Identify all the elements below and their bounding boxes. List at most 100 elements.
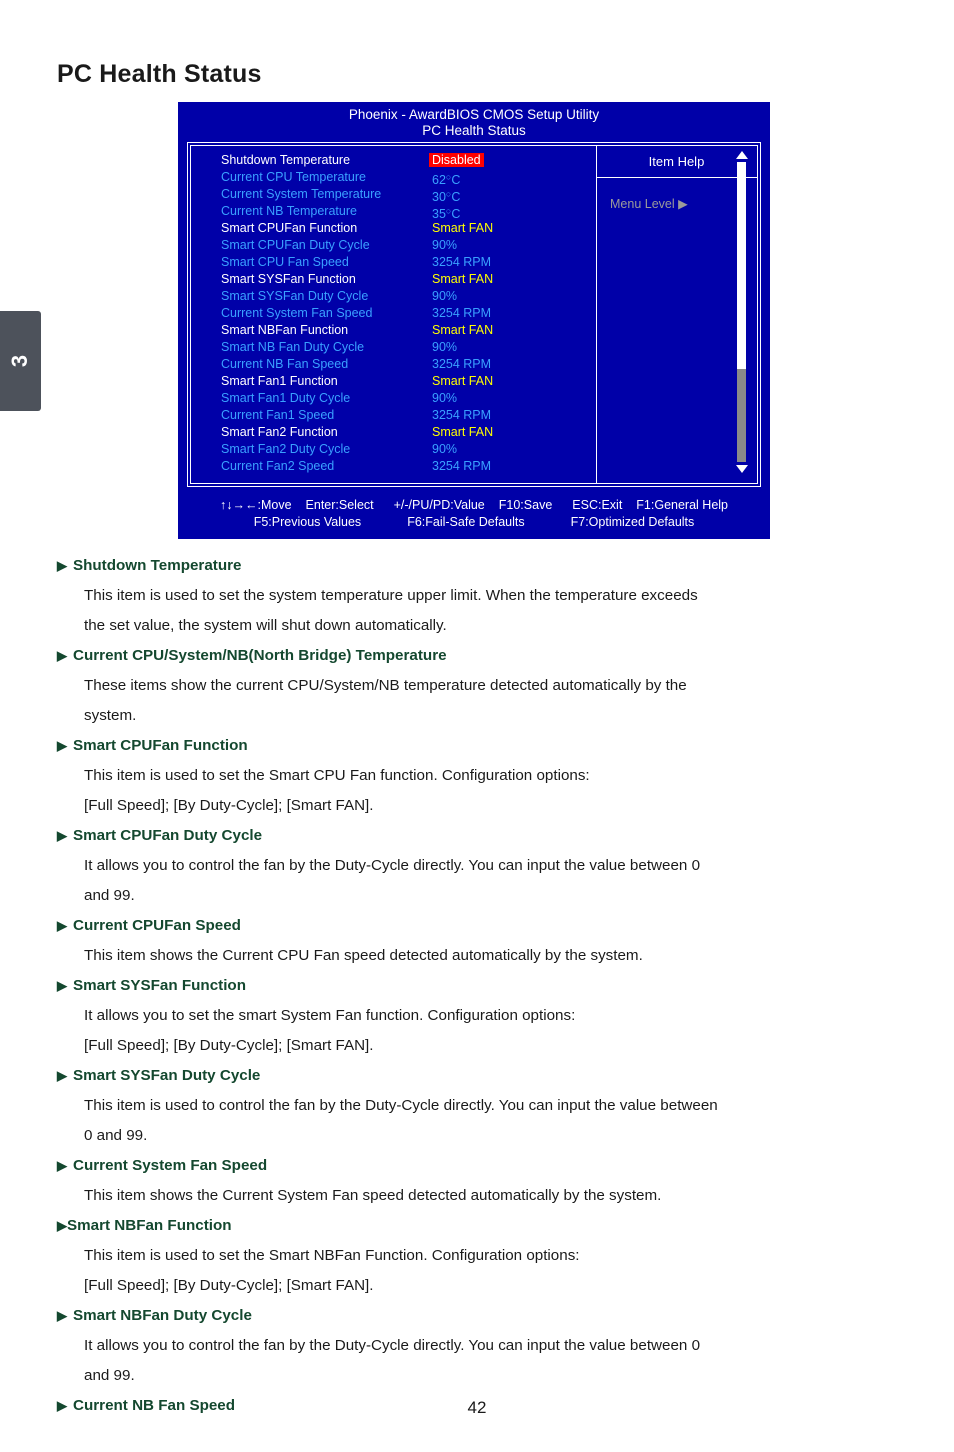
bios-setting-label: Smart SYSFan Duty Cycle — [221, 289, 369, 303]
bios-setting-value[interactable]: Smart FAN — [432, 373, 493, 390]
temperature-value: 30 — [432, 190, 446, 204]
section-heading: ▶ Current CPU/System/NB(North Bridge) Tem… — [57, 641, 902, 671]
section-heading: ▶ Smart NBFan Duty Cycle — [57, 1301, 902, 1331]
bios-setting-value[interactable]: 3254 RPM — [432, 254, 491, 271]
section-paragraph-line: This item is used to set the Smart NBFan… — [84, 1247, 580, 1264]
bios-setting-value[interactable]: 3254 RPM — [432, 458, 491, 475]
bios-setting-row[interactable]: Current Fan1 Speed 3254 RPM — [221, 407, 596, 424]
bullet-triangle-icon: ▶ — [57, 738, 67, 753]
bios-setting-label: Current CPU Temperature — [221, 170, 366, 184]
chapter-number: 3 — [7, 354, 33, 368]
celsius-unit: C — [451, 190, 461, 204]
bios-setting-value[interactable]: Smart FAN — [432, 220, 493, 237]
section-paragraph-line: This item shows the Current System Fan s… — [84, 1187, 662, 1204]
bios-setting-label: Smart Fan2 Function — [221, 425, 338, 439]
bullet-triangle-icon: ▶ — [57, 558, 67, 573]
bios-setting-label: Smart CPU Fan Speed — [221, 255, 349, 269]
key-move: ↑↓→←:Move — [219, 498, 292, 512]
bios-setting-row[interactable]: Smart SYSFan Duty Cycle 90% — [221, 288, 596, 305]
bios-title-line2: PC Health Status — [422, 123, 526, 138]
bios-setting-value[interactable]: 90% — [432, 237, 457, 254]
section-paragraph-line: and 99. — [84, 887, 135, 904]
bios-body-frame: Shutdown Temperature Disabled Current CPU … — [187, 142, 761, 487]
section-heading-text: Current CPUFan Speed — [73, 917, 241, 934]
bios-setting-value[interactable]: Smart FAN — [432, 271, 493, 288]
bios-setting-label: Smart NBFan Function — [221, 323, 349, 337]
bios-setting-row[interactable]: Smart SYSFan Function Smart FAN — [221, 271, 596, 288]
key-value: +/-/PU/PD:Value — [393, 498, 485, 512]
bios-setting-row[interactable]: Smart Fan2 Function Smart FAN — [221, 424, 596, 441]
bios-setting-row[interactable]: Smart CPUFan Function Smart FAN — [221, 220, 596, 237]
bios-setting-row[interactable]: Smart Fan1 Duty Cycle 90% — [221, 390, 596, 407]
selected-value-highlight[interactable]: Disabled — [429, 153, 484, 167]
bullet-triangle-icon: ▶ — [57, 648, 67, 663]
section-paragraph-line: and 99. — [84, 1367, 135, 1384]
bios-setting-value[interactable]: 3254 RPM — [432, 356, 491, 373]
bios-setting-row[interactable]: Current System Temperature 30○C — [221, 186, 596, 204]
bios-setting-value[interactable]: 35○C — [432, 203, 461, 221]
bios-setting-value[interactable]: 90% — [432, 339, 457, 356]
bios-title-line1: Phoenix - AwardBIOS CMOS Setup Utility — [348, 107, 600, 122]
bios-setting-label: Smart Fan1 Function — [221, 374, 338, 388]
key-exit: ESC:Exit — [572, 498, 623, 512]
bios-setting-value[interactable]: 3254 RPM — [432, 407, 491, 424]
section-paragraph-line: These items show the current CPU/System/… — [84, 677, 687, 694]
bios-setting-value[interactable]: 30○C — [432, 186, 461, 204]
bios-setting-row[interactable]: Smart CPU Fan Speed 3254 RPM — [221, 254, 596, 271]
bios-setting-value[interactable]: Smart FAN — [432, 424, 493, 441]
section-heading-text: Smart NBFan Duty Cycle — [73, 1307, 252, 1324]
bios-setting-label: Smart SYSFan Function — [221, 272, 356, 286]
section-paragraph-line: [Full Speed]; [By Duty-Cycle]; [Smart FA… — [84, 1037, 374, 1054]
bios-setting-label: Smart Fan1 Duty Cycle — [221, 391, 351, 405]
bios-title-block: Phoenix - AwardBIOS CMOS Setup Utility P… — [178, 102, 770, 139]
description-content: ▶ Shutdown Temperature This item is used t… — [57, 551, 902, 1421]
bios-setting-row[interactable]: Smart Fan2 Duty Cycle 90% — [221, 441, 596, 458]
bios-setting-label: Current NB Temperature — [221, 204, 357, 218]
bios-setting-label: Smart NB Fan Duty Cycle — [221, 340, 365, 354]
bios-setting-label: Current Fan2 Speed — [221, 459, 335, 473]
temperature-value: 62 — [432, 173, 446, 187]
bios-setting-row[interactable]: Current NB Fan Speed 3254 RPM — [221, 356, 596, 373]
bios-setting-row[interactable]: Current System Fan Speed 3254 RPM — [221, 305, 596, 322]
bios-setting-row[interactable]: Smart CPUFan Duty Cycle 90% — [221, 237, 596, 254]
bios-setting-row[interactable]: Smart NBFan Function Smart FAN — [221, 322, 596, 339]
bios-setting-row[interactable]: Current CPU Temperature 62○C — [221, 169, 596, 187]
celsius-unit: C — [451, 207, 461, 221]
bios-setting-value[interactable]: 62○C — [432, 169, 460, 187]
page-number: 42 — [467, 1398, 487, 1417]
section-heading-text: Smart CPUFan Function — [73, 737, 248, 754]
section-paragraph-line: It allows you to control the fan by the … — [84, 857, 701, 874]
item-help-title: Item Help — [596, 146, 757, 178]
section-paragraph-line: system. — [84, 707, 137, 724]
section-paragraph-line: It allows you to control the fan by the … — [84, 1337, 701, 1354]
bios-setting-value[interactable]: 90% — [432, 288, 457, 305]
section-heading-text: Smart SYSFan Function — [73, 977, 246, 994]
section-heading: ▶ Smart CPUFan Function — [57, 731, 902, 761]
bios-setting-value[interactable]: Smart FAN — [432, 322, 493, 339]
section-heading-text: Current CPU/System/NB(North Bridge) Temp… — [73, 647, 447, 664]
bullet-triangle-icon: ▶ — [57, 1068, 67, 1083]
key-general-help: F1:General Help — [636, 498, 729, 512]
bios-setting-row[interactable]: Smart NB Fan Duty Cycle 90% — [221, 339, 596, 356]
bullet-triangle-icon: ▶ — [57, 1308, 67, 1323]
section-paragraph-line: This item is used to control the fan by … — [84, 1097, 718, 1114]
bios-setting-label: Shutdown Temperature — [221, 153, 351, 167]
bios-setting-row[interactable]: Current Fan2 Speed 3254 RPM — [221, 458, 596, 475]
bios-setting-row[interactable]: Smart Fan1 Function Smart FAN — [221, 373, 596, 390]
bios-setting-value[interactable]: 3254 RPM — [432, 305, 491, 322]
page-title: PC Health Status — [57, 60, 262, 88]
section-heading: ▶ Current CPUFan Speed — [57, 911, 902, 941]
bios-setting-label: Smart CPUFan Duty Cycle — [221, 238, 370, 252]
bios-setting-label: Current System Temperature — [221, 187, 382, 201]
bios-setting-value[interactable]: 90% — [432, 390, 457, 407]
bios-setting-row[interactable]: Current NB Temperature 35○C — [221, 203, 596, 221]
section-heading: ▶ Shutdown Temperature — [57, 551, 902, 581]
key-select: Enter:Select — [305, 498, 374, 512]
bios-setting-label: Current Fan1 Speed — [221, 408, 335, 422]
section-heading-text: Shutdown Temperature — [73, 557, 242, 574]
bios-setting-value[interactable]: 90% — [432, 441, 457, 458]
item-help-pane: Item Help Menu Level ▶ — [596, 146, 757, 483]
bios-setting-row[interactable]: Shutdown Temperature Disabled — [221, 152, 596, 169]
bullet-triangle-icon: ▶ — [57, 828, 67, 843]
bios-setting-value[interactable]: Disabled — [429, 152, 484, 169]
